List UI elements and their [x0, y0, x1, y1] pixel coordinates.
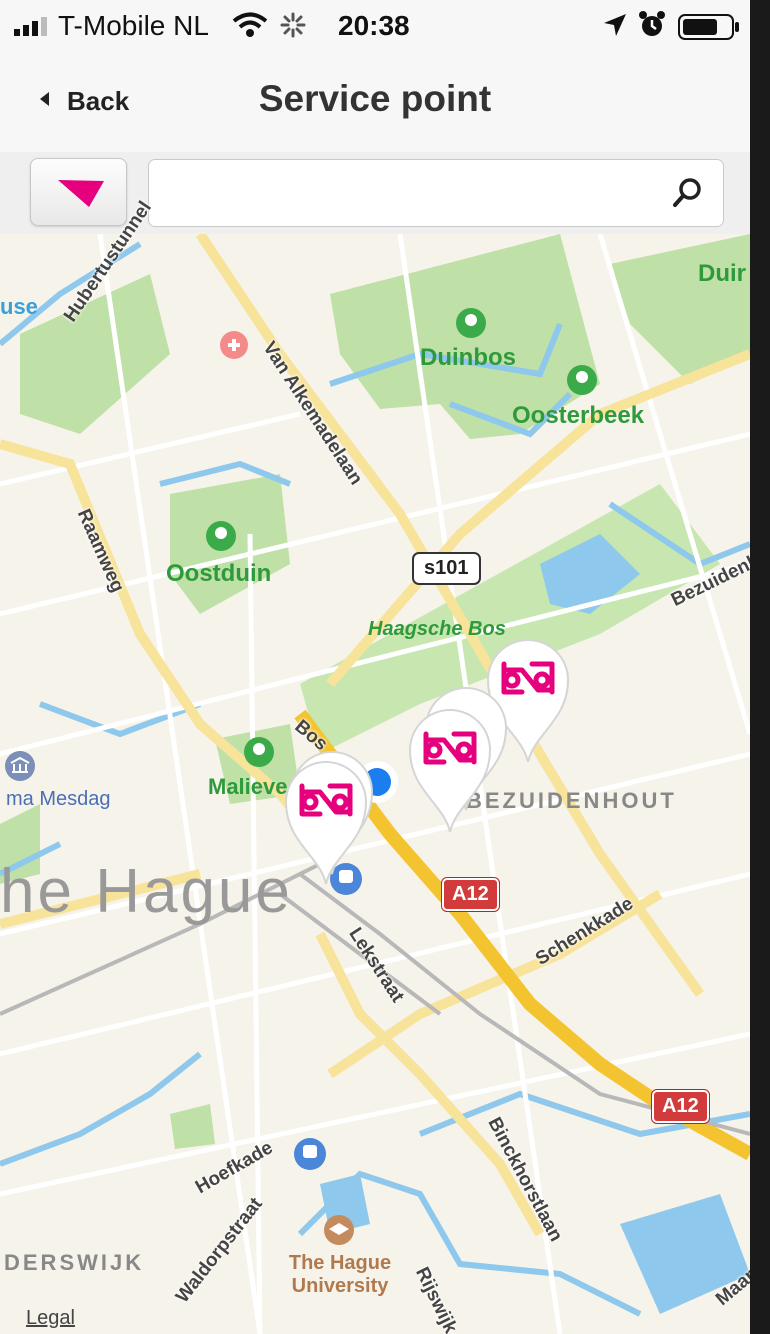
search-field[interactable] [148, 159, 724, 227]
road-shield-a12: A12 [651, 1089, 710, 1124]
map-label-park: Oostduin [166, 560, 272, 587]
map-label-district: use [0, 294, 38, 319]
alarm-clock-icon [639, 11, 665, 36]
map-label-park: Malieve [208, 774, 288, 799]
navigation-bar: Back Service point [0, 50, 750, 153]
map-label-university: The Hague University [288, 1252, 392, 1297]
location-arrow-icon [58, 180, 104, 207]
map-view[interactable]: use Duir Duinbos Oosterbeek Oostduin Haa… [0, 198, 750, 1334]
screen-edge [750, 0, 770, 1334]
status-bar: T-Mobile NL 20:38 [0, 0, 750, 50]
search-toolbar [0, 152, 750, 234]
map-label-museum: ma Mesdag [6, 788, 111, 810]
map-label-park: Duir [698, 260, 746, 287]
clock-time: 20:38 [338, 10, 410, 41]
wifi-icon [232, 12, 268, 37]
road-shield-s101: s101 [412, 552, 481, 585]
app-screen: T-Mobile NL 20:38 Back Service point use… [0, 0, 750, 1334]
map-label-park: Duinbos [420, 344, 516, 371]
battery-icon [678, 14, 739, 40]
current-location-button[interactable] [30, 158, 127, 226]
road-shield-a12: A12 [441, 877, 500, 912]
map-legal-link[interactable]: Legal [26, 1307, 75, 1330]
signal-strength-icon [14, 17, 47, 36]
service-point-pin[interactable] [280, 756, 372, 906]
carrier-name: T-Mobile NL [58, 10, 209, 41]
page-title: Service point [258, 78, 492, 119]
activity-spinner-icon [280, 12, 306, 38]
map-label-park: Oosterbeek [512, 402, 645, 429]
location-arrow-icon [604, 14, 626, 36]
map-label-city: he Hague [0, 857, 293, 926]
search-icon[interactable] [671, 176, 705, 210]
search-input[interactable] [163, 170, 667, 216]
service-point-pin[interactable] [404, 704, 496, 854]
map-label-district: DERSWIJK [4, 1250, 145, 1275]
